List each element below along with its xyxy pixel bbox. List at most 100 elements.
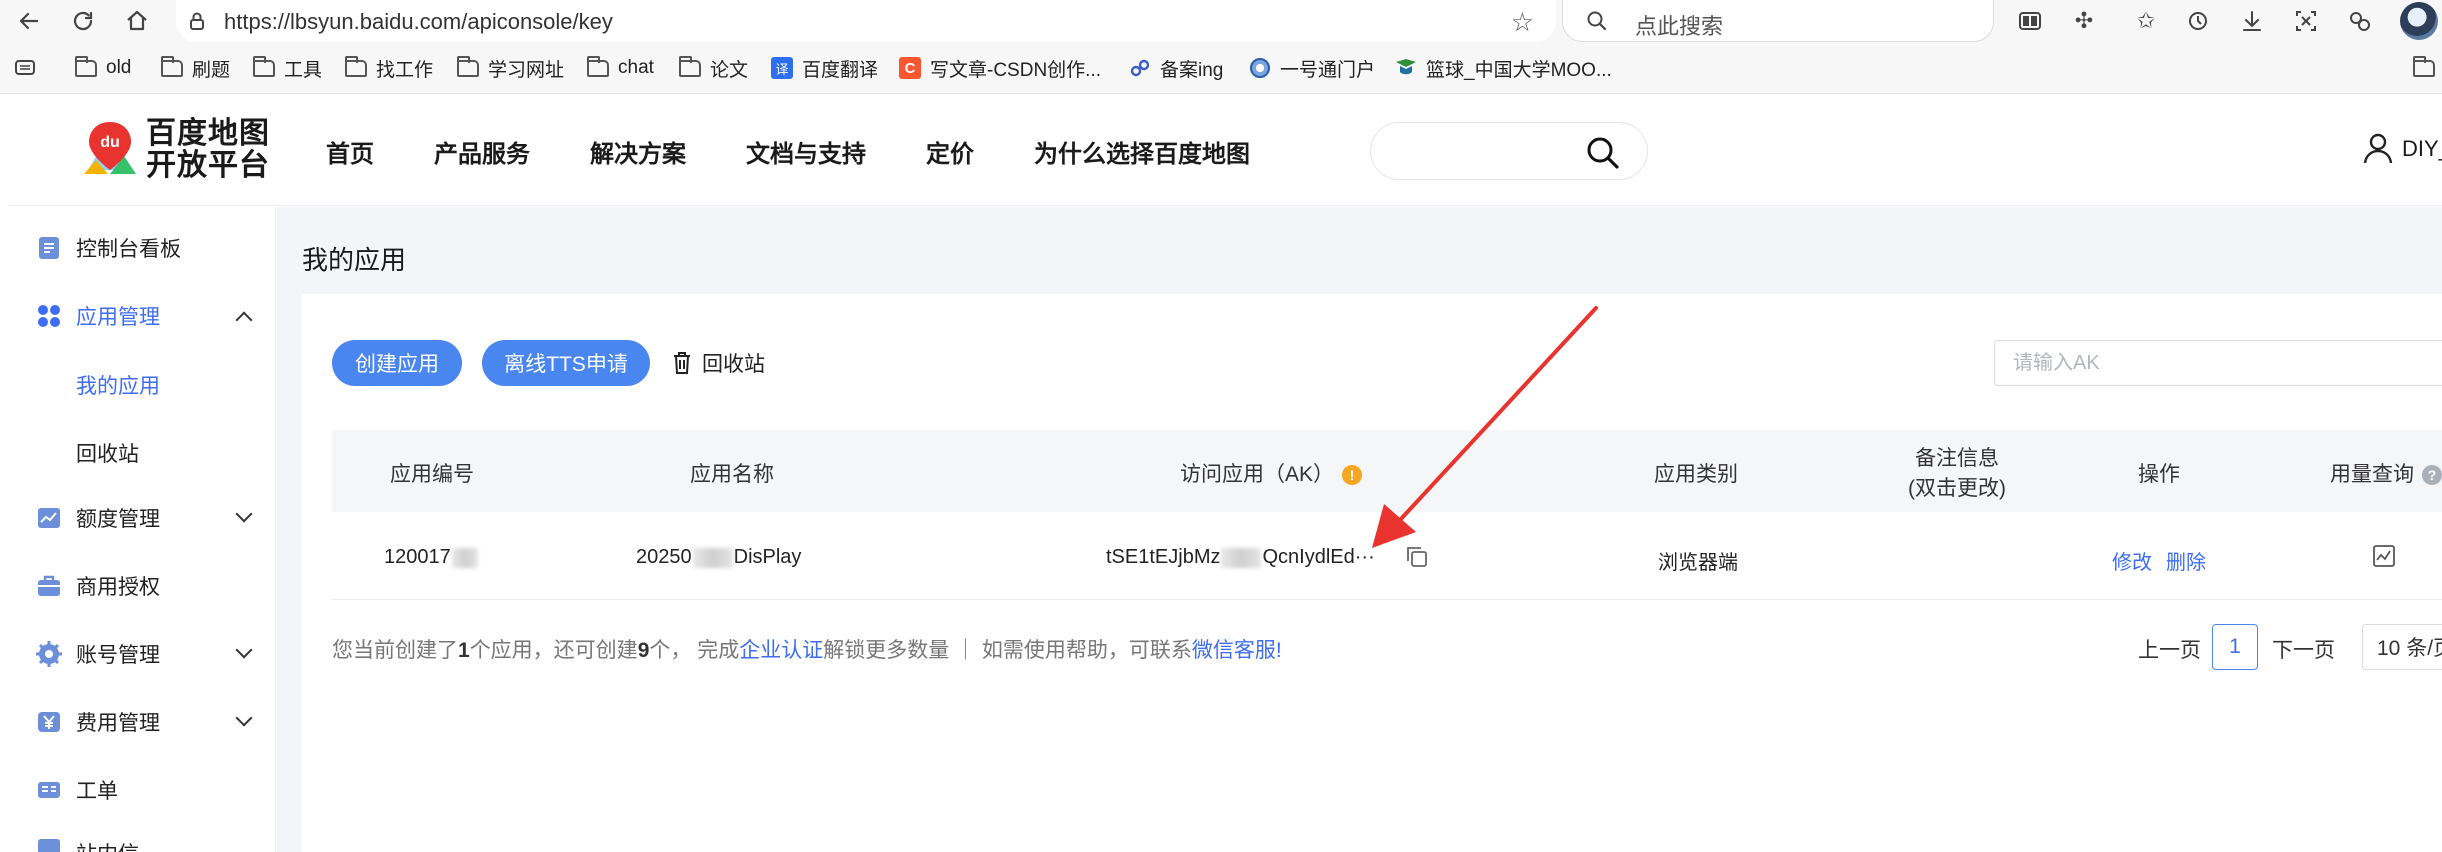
message-icon [38,839,60,852]
search-icon[interactable] [1585,135,1621,171]
nav-why-baidu-map[interactable]: 为什么选择百度地图 [1034,134,1250,169]
browser-toolbar: https://lbsyun.baidu.com/apiconsole/key … [0,0,2442,42]
user-name[interactable]: DIY_ [2402,136,2442,162]
ticket-icon [38,782,60,798]
expand-chevron-icon[interactable] [235,709,253,727]
baidu-map-logo-icon[interactable]: du [82,120,138,178]
nav-pricing[interactable]: 定价 [926,134,974,169]
enterprise-cert-link[interactable]: 企业认证 [739,639,823,662]
sidebar-item-ticket[interactable]: 工单 [8,770,276,810]
favorites-icon[interactable]: ✩ [2130,6,2162,36]
link-icon [1128,57,1152,79]
bookmark-mooc[interactable]: 篮球_中国大学MOO... [1394,56,1612,81]
home-icon[interactable] [122,6,152,36]
page-size-select[interactable]: 10 条/页 [2362,624,2442,670]
offline-tts-button[interactable]: 离线TTS申请 [482,340,650,386]
screenshot-icon[interactable] [2290,6,2322,36]
csdn-icon: C [898,57,922,79]
bookmark-folder-partial[interactable] [2412,55,2442,80]
col-app-id: 应用编号 [390,463,474,486]
browser-search-box[interactable]: 点此搜索 [1562,0,1994,42]
bookmark-study[interactable]: 学习网址 [456,55,564,81]
sidebar-item-dashboard[interactable]: 控制台看板 [8,228,276,268]
bookmarks-menu-icon[interactable] [14,56,38,80]
cell-app-type: 浏览器端 [1658,552,1738,574]
prev-page-button[interactable]: 上一页 [2138,634,2201,664]
bookmark-tools[interactable]: 工具 [252,55,322,81]
portal-icon [1248,57,1272,79]
expand-chevron-icon[interactable] [235,641,253,659]
dashboard-icon [39,237,59,259]
nav-products[interactable]: 产品服务 [434,134,530,169]
edit-link[interactable]: 修改 [2112,546,2152,575]
ak-search-input[interactable] [1994,340,2442,386]
user-icon[interactable] [2363,132,2393,164]
create-app-button[interactable]: 创建应用 [332,340,462,386]
folder-icon [2412,55,2436,79]
mooc-icon [1394,57,1418,79]
wechat-support-link[interactable]: 微信客服! [1192,639,1282,662]
expand-chevron-icon[interactable] [235,505,253,523]
sidebar-item-account[interactable]: 账号管理 [8,634,276,674]
favorite-star-icon[interactable]: ☆ [1511,7,1534,38]
bookmark-papers[interactable]: 论文 [678,55,748,81]
bookmark-shuati[interactable]: 刷题 [160,55,230,81]
next-page-button[interactable]: 下一页 [2272,634,2335,664]
site-search-box[interactable] [1370,122,1648,180]
apps-icon [38,305,60,327]
cell-app-name: 20250 DisPlay [636,546,802,568]
split-screen-icon[interactable] [2014,6,2046,36]
recycle-bin-button[interactable]: 回收站 [672,346,765,380]
sidebar-item-app-management[interactable]: 应用管理 [8,296,276,336]
page-title: 我的应用 [302,245,407,275]
bookmark-csdn[interactable]: C 写文章-CSDN创作... [898,56,1101,81]
svg-text:du: du [100,134,120,151]
profile-avatar[interactable] [2400,2,2438,40]
back-icon[interactable] [14,6,44,36]
lock-icon[interactable] [186,10,208,32]
quota-note: 您当前创建了1个应用，还可创建9个， 完成企业认证解锁更多数量 ｜ 如需使用帮助… [332,639,1282,662]
nav-home[interactable]: 首页 [326,134,374,169]
sidebar-item-commercial-license[interactable]: 商用授权 [8,566,276,606]
table-header: 应用编号 应用名称 访问应用（AK）! 应用类别 备注信息 (双击更改) 操作 用… [332,430,2442,512]
download-icon[interactable] [2236,6,2268,36]
sidebar-item-quota[interactable]: 额度管理 [8,498,276,538]
usage-chart-icon[interactable] [2372,544,2396,574]
folder-icon [586,55,610,79]
browser-search-placeholder: 点此搜索 [1635,14,1724,39]
extensions-icon[interactable]: ✣ [2068,6,2100,36]
page-number-current[interactable]: 1 [2212,624,2258,670]
col-ak: 访问应用（AK）! [1180,458,1363,488]
help-icon[interactable]: ? [2422,465,2442,486]
bookmark-portal[interactable]: 一号通门户 [1248,56,1375,81]
history-icon[interactable] [2182,6,2214,36]
sidebar-item-messages-partial[interactable]: 站内信 [8,834,276,852]
briefcase-icon [38,575,60,596]
collapse-chevron-icon[interactable] [235,311,253,329]
address-bar[interactable]: https://lbsyun.baidu.com/apiconsole/key … [176,0,1556,42]
settings-icon[interactable] [2344,6,2376,36]
cell-ak: tSE1tEJjbMz QcnIydlEd··· [1106,546,1375,568]
bookmark-old[interactable]: old [74,55,131,80]
reload-icon[interactable] [68,6,98,36]
gear-icon [36,641,62,667]
baidu-translate-icon: 译 [770,57,794,79]
bookmark-baidu-translate[interactable]: 译百度翻译 [770,56,878,81]
warning-icon[interactable]: ! [1342,465,1363,486]
trash-icon [674,352,690,374]
chart-icon [38,508,60,528]
sidebar-item-billing[interactable]: 费用管理 [8,702,276,742]
nav-docs[interactable]: 文档与支持 [746,134,866,169]
sidebar-sub-my-apps[interactable]: 我的应用 [76,370,160,400]
col-usage: 用量查询? [2330,458,2442,488]
nav-solutions[interactable]: 解决方案 [590,134,686,169]
copy-icon[interactable] [1404,544,1430,576]
site-header: du 百度地图 开放平台 首页 产品服务 解决方案 文档与支持 定价 为什么选择… [8,96,2442,206]
bookmark-jobs[interactable]: 找工作 [344,55,433,81]
bookmark-chat[interactable]: chat [586,55,654,80]
sidebar-sub-recycle-bin[interactable]: 回收站 [76,438,139,468]
bookmark-beian[interactable]: 备案ing [1128,56,1223,81]
folder-icon [252,55,276,79]
delete-link[interactable]: 删除 [2166,546,2206,575]
logo-text[interactable]: 百度地图 开放平台 [146,118,270,182]
